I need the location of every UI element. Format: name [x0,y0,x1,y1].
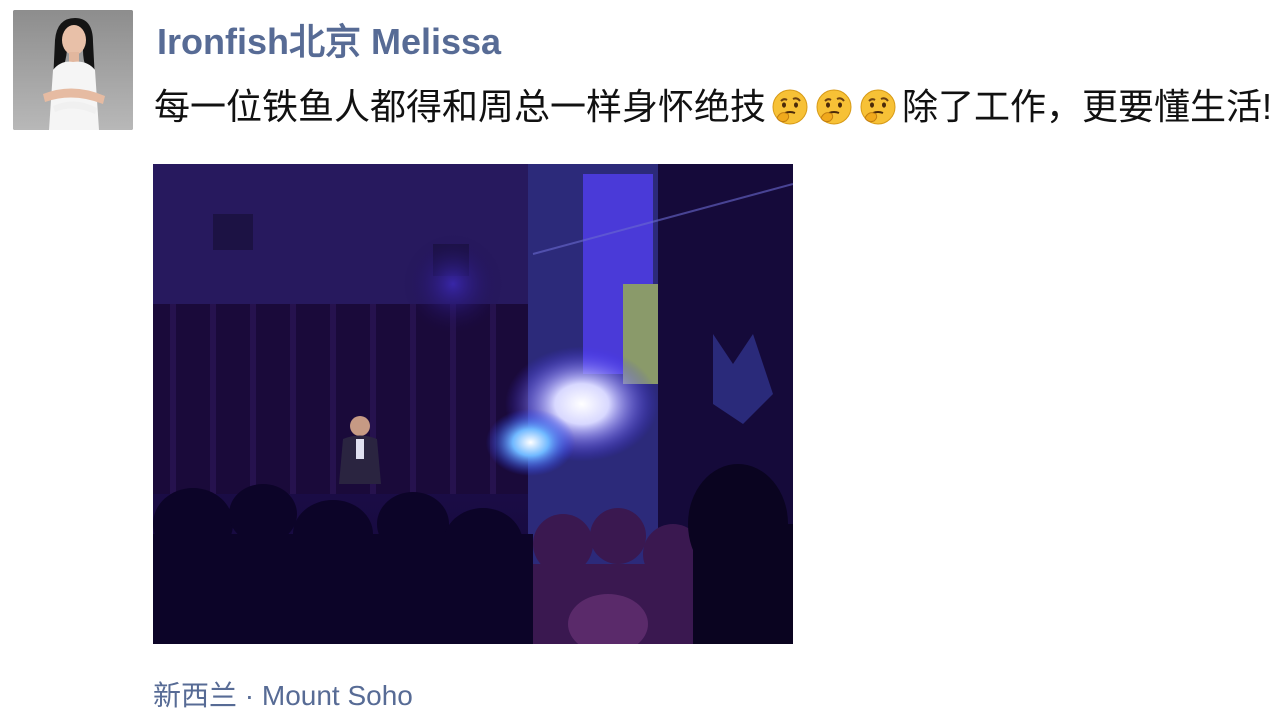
emoji-group [768,88,900,126]
post-text-tail: 除了工作，更要懂生活! [902,86,1273,127]
thinking-face-icon [816,89,852,125]
location-link[interactable]: 新西兰 · Mount Soho [153,676,413,716]
thinking-face-icon [772,89,808,125]
post-photo[interactable] [153,164,793,644]
avatar[interactable] [13,10,133,130]
avatar-photo [13,10,133,130]
concert-photo [153,164,793,644]
moments-post: Ironfish北京 Melissa 每一位铁鱼人都得和周总一样身怀绝技 除了工… [0,0,1286,720]
thinking-face-icon [860,89,896,125]
post-text: 每一位铁鱼人都得和周总一样身怀绝技 除了工作，更要懂生活! [154,84,1282,130]
author-name[interactable]: Ironfish北京 Melissa [157,20,501,64]
post-text-main: 每一位铁鱼人都得和周总一样身怀绝技 [154,86,767,127]
